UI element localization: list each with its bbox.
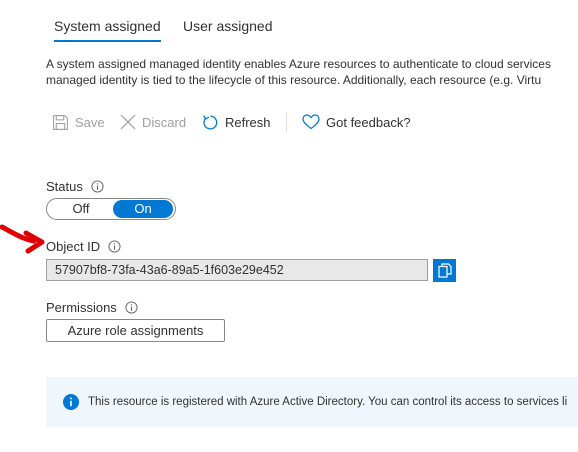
permissions-label: Permissions xyxy=(46,300,117,315)
discard-button[interactable]: Discard xyxy=(120,110,186,134)
banner-text: This resource is registered with Azure A… xyxy=(88,396,568,408)
status-label: Status xyxy=(46,179,83,194)
info-icon[interactable] xyxy=(125,301,138,314)
red-arrow-annotation xyxy=(0,221,46,260)
save-icon xyxy=(52,114,69,131)
info-banner: This resource is registered with Azure A… xyxy=(46,377,578,427)
object-id-field[interactable]: 57907bf8-73fa-43a6-89a5-1f603e29e452 xyxy=(46,259,428,281)
save-label: Save xyxy=(75,114,105,130)
copy-icon xyxy=(437,263,452,278)
tab-user-assigned[interactable]: User assigned xyxy=(183,16,273,42)
status-label-row: Status xyxy=(46,179,104,194)
refresh-button[interactable]: Refresh xyxy=(202,110,271,134)
permissions-label-row: Permissions xyxy=(46,300,138,315)
refresh-label: Refresh xyxy=(225,114,271,130)
object-id-label: Object ID xyxy=(46,239,101,254)
toggle-on-option[interactable]: On xyxy=(113,200,173,218)
managed-identity-page: System assigned User assigned A system a… xyxy=(0,0,578,452)
refresh-icon xyxy=(202,114,219,131)
copy-to-clipboard-button[interactable] xyxy=(433,259,456,282)
info-icon[interactable] xyxy=(108,240,121,253)
toggle-off-option[interactable]: Off xyxy=(51,200,111,218)
tab-system-assigned[interactable]: System assigned xyxy=(54,16,161,42)
info-filled-icon xyxy=(63,394,79,410)
description-line-2: managed identity is tied to the lifecycl… xyxy=(46,73,542,87)
feedback-button[interactable]: Got feedback? xyxy=(302,110,411,134)
save-button[interactable]: Save xyxy=(52,110,105,134)
object-id-label-row: Object ID xyxy=(46,239,121,254)
discard-label: Discard xyxy=(142,114,187,130)
azure-role-assignments-button[interactable]: Azure role assignments xyxy=(46,319,225,342)
close-icon xyxy=(120,114,136,130)
description-text: A system assigned managed identity enabl… xyxy=(46,56,578,88)
heart-icon xyxy=(302,114,320,130)
description-line-1: A system assigned managed identity enabl… xyxy=(46,57,551,71)
status-toggle[interactable]: Off On xyxy=(46,198,176,220)
toolbar-divider xyxy=(286,112,287,132)
info-icon[interactable] xyxy=(91,180,104,193)
feedback-label: Got feedback? xyxy=(326,114,411,130)
